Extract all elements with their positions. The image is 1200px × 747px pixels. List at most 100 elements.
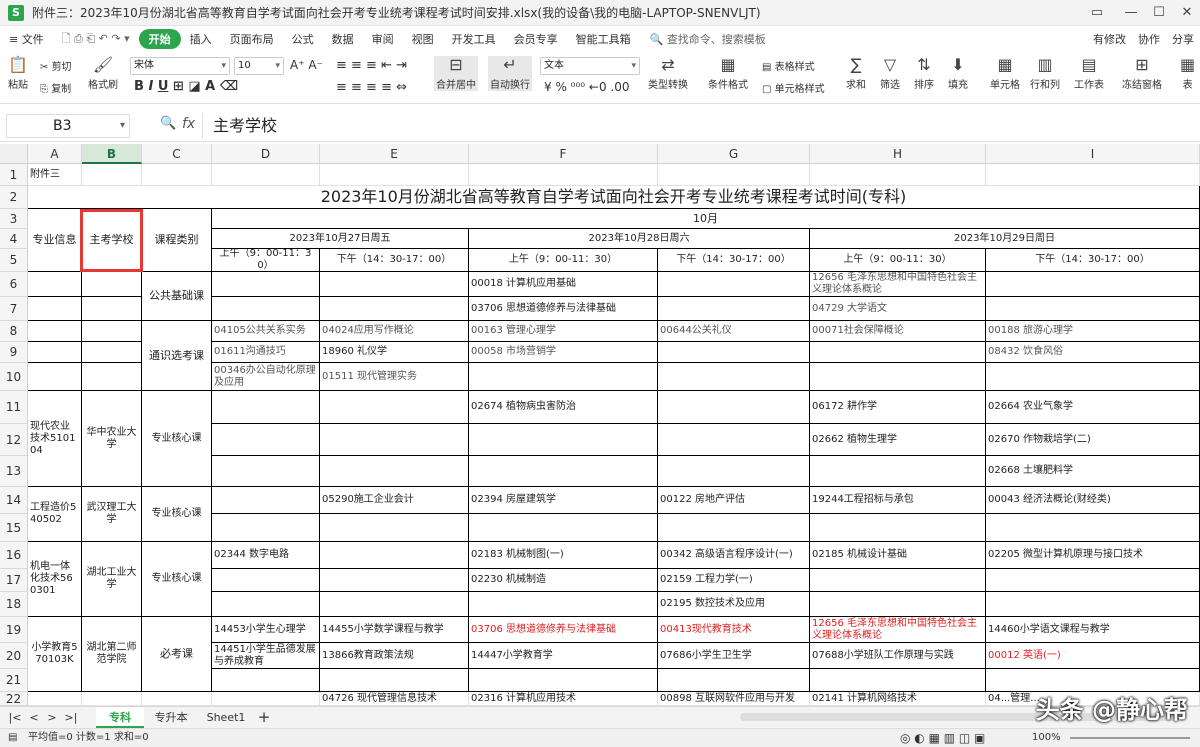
row-header-9[interactable]: 9 <box>0 342 28 363</box>
quick-access-icons[interactable]: 🗋 ⎙ ⎗ ↶ ↷ ▾ <box>53 30 139 49</box>
sort-button[interactable]: ⇅ 排序 <box>914 56 934 92</box>
cell-empty[interactable] <box>142 164 212 186</box>
cell-empty[interactable] <box>658 363 810 391</box>
cell-empty[interactable] <box>810 456 986 487</box>
menu-insert[interactable]: 插入 <box>181 31 221 47</box>
minimize-button[interactable]: — <box>1116 0 1146 26</box>
cell-empty[interactable] <box>810 592 986 617</box>
cell-d10[interactable]: 00346办公自动化原理及应用 <box>212 363 320 391</box>
row-header-15[interactable]: 15 <box>0 514 28 542</box>
cell-empty[interactable] <box>212 487 320 514</box>
cell-f20[interactable]: 14447小学教育学 <box>469 643 658 669</box>
cell-empty[interactable] <box>320 424 469 456</box>
cell-d9[interactable]: 01611沟通技巧 <box>212 342 320 363</box>
formula-input[interactable]: 主考学校 <box>202 113 1192 139</box>
cell-d28[interactable]: 2023年10月28日周六 <box>469 229 810 249</box>
cell-i11[interactable]: 02664 农业气象学 <box>986 391 1200 424</box>
fx-icon[interactable]: fx <box>182 116 195 132</box>
column-header-B[interactable]: B <box>82 144 142 164</box>
table-button[interactable]: ▦ 表 <box>1180 56 1195 92</box>
cell-empty[interactable] <box>320 391 469 424</box>
merge-center-button[interactable]: ⊟ 合并居中 <box>434 56 478 91</box>
cell-am[interactable]: 上午（9：00-11：30） <box>469 249 658 272</box>
cell-empty[interactable] <box>469 456 658 487</box>
tab-sheet1[interactable]: Sheet1 <box>200 707 252 728</box>
column-header-D[interactable]: D <box>212 144 320 164</box>
select-all-corner[interactable] <box>0 144 28 164</box>
tab-nav-last[interactable]: >| <box>62 707 80 728</box>
align-bottom-icons[interactable]: ≡ ≡ ≡ ≡ ⇔ <box>336 80 407 95</box>
cell-empty[interactable] <box>658 669 810 692</box>
cell-empty[interactable] <box>986 164 1200 186</box>
cell-g17[interactable]: 02159 工程力学(一) <box>658 569 810 592</box>
number-format-icons[interactable]: ¥ % ⁰⁰⁰ ←0 .00 <box>544 80 630 94</box>
row-header-6[interactable]: 6 <box>0 272 28 297</box>
font-size-select[interactable]: 10 <box>234 57 284 75</box>
row-header-7[interactable]: 7 <box>0 297 28 321</box>
cell-gen[interactable]: 通识选考课 <box>142 321 212 391</box>
row-header-1[interactable]: 1 <box>0 164 28 186</box>
cell-empty[interactable] <box>320 542 469 569</box>
menu-file[interactable]: ≡ 文件 <box>0 31 53 47</box>
cell-b19[interactable]: 湖北第二师范学院 <box>82 617 142 692</box>
cell-i13[interactable]: 02668 土壤肥料学 <box>986 456 1200 487</box>
cell-core[interactable]: 专业核心课 <box>142 542 212 617</box>
row-header-5[interactable]: 5 <box>0 249 28 272</box>
cell-empty[interactable] <box>212 164 320 186</box>
cell-f11[interactable]: 02674 植物病虫害防治 <box>469 391 658 424</box>
cell-am_wrap[interactable]: 上午（9：00-11：30） <box>212 249 320 272</box>
cell-h11[interactable]: 06172 耕作学 <box>810 391 986 424</box>
cell-a11[interactable]: 现代农业技术510104 <box>28 391 82 487</box>
menu-formula[interactable]: 公式 <box>283 31 323 47</box>
cell-empty[interactable] <box>658 391 810 424</box>
cell-empty[interactable] <box>469 164 658 186</box>
share-button[interactable]: 分享 <box>1172 31 1194 47</box>
cell-h6[interactable]: 12656 毛泽东思想和中国特色社会主义理论体系概论 <box>810 272 986 297</box>
cell-empty[interactable] <box>320 592 469 617</box>
cell-g14[interactable]: 00122 房地产评估 <box>658 487 810 514</box>
name-box[interactable]: B3 <box>6 114 130 138</box>
font-family-select[interactable]: 宋体 <box>130 57 230 75</box>
cell-empty[interactable] <box>212 391 320 424</box>
cell-empty[interactable] <box>810 569 986 592</box>
cell-pm[interactable]: 下午（14：30-17：00） <box>320 249 469 272</box>
menu-developer[interactable]: 开发工具 <box>443 31 505 47</box>
row-header-10[interactable]: 10 <box>0 363 28 391</box>
cell-empty[interactable] <box>212 592 320 617</box>
column-header-H[interactable]: H <box>810 144 986 164</box>
cell-empty[interactable] <box>82 692 142 706</box>
column-header-E[interactable]: E <box>320 144 469 164</box>
cell-pub[interactable]: 公共基础课 <box>142 272 212 321</box>
cell-empty[interactable] <box>986 272 1200 297</box>
cell-am[interactable]: 上午（9：00-11：30） <box>810 249 986 272</box>
cell-empty[interactable] <box>658 342 810 363</box>
cell-empty[interactable] <box>986 297 1200 321</box>
row-header-17[interactable]: 17 <box>0 569 28 592</box>
format-painter-button[interactable]: 🖌 格式刷 <box>88 56 118 92</box>
menu-smart-tools[interactable]: 智能工具箱 <box>567 31 640 47</box>
cell-empty[interactable] <box>82 272 142 297</box>
cell-e22[interactable]: 04726 现代管理信息技术 <box>320 692 469 706</box>
close-button[interactable]: ✕ <box>1172 0 1200 26</box>
cell-h8[interactable]: 00071社会保障概论 <box>810 321 986 342</box>
row-header-20[interactable]: 20 <box>0 643 28 669</box>
zoom-slider[interactable] <box>1070 737 1190 739</box>
cell-e8[interactable]: 04024应用写作概论 <box>320 321 469 342</box>
cell-empty[interactable] <box>212 569 320 592</box>
cell-i8[interactable]: 00188 旅游心理学 <box>986 321 1200 342</box>
freeze-panes-button[interactable]: ⊞ 冻结窗格 <box>1122 56 1162 92</box>
table-style-button[interactable]: ▤ 表格样式 <box>762 58 815 73</box>
font-grow-icons[interactable]: A⁺ A⁻ <box>290 58 323 72</box>
tab-nav-prev[interactable]: < <box>26 707 42 728</box>
cell-empty[interactable] <box>810 342 986 363</box>
tab-nav-next[interactable]: > <box>44 707 60 728</box>
cell-empty[interactable] <box>658 514 810 542</box>
cell-d29[interactable]: 2023年10月29日周日 <box>810 229 1200 249</box>
cell-empty[interactable] <box>142 692 212 706</box>
cell-core[interactable]: 专业核心课 <box>142 391 212 487</box>
cut-button[interactable]: ✂ 剪切 <box>40 58 72 73</box>
cell-h20[interactable]: 07688小学班队工作原理与实践 <box>810 643 986 669</box>
cell-e10[interactable]: 01511 现代管理实务 <box>320 363 469 391</box>
cell-empty[interactable] <box>320 456 469 487</box>
cell-i14[interactable]: 00043 经济法概论(财经类) <box>986 487 1200 514</box>
